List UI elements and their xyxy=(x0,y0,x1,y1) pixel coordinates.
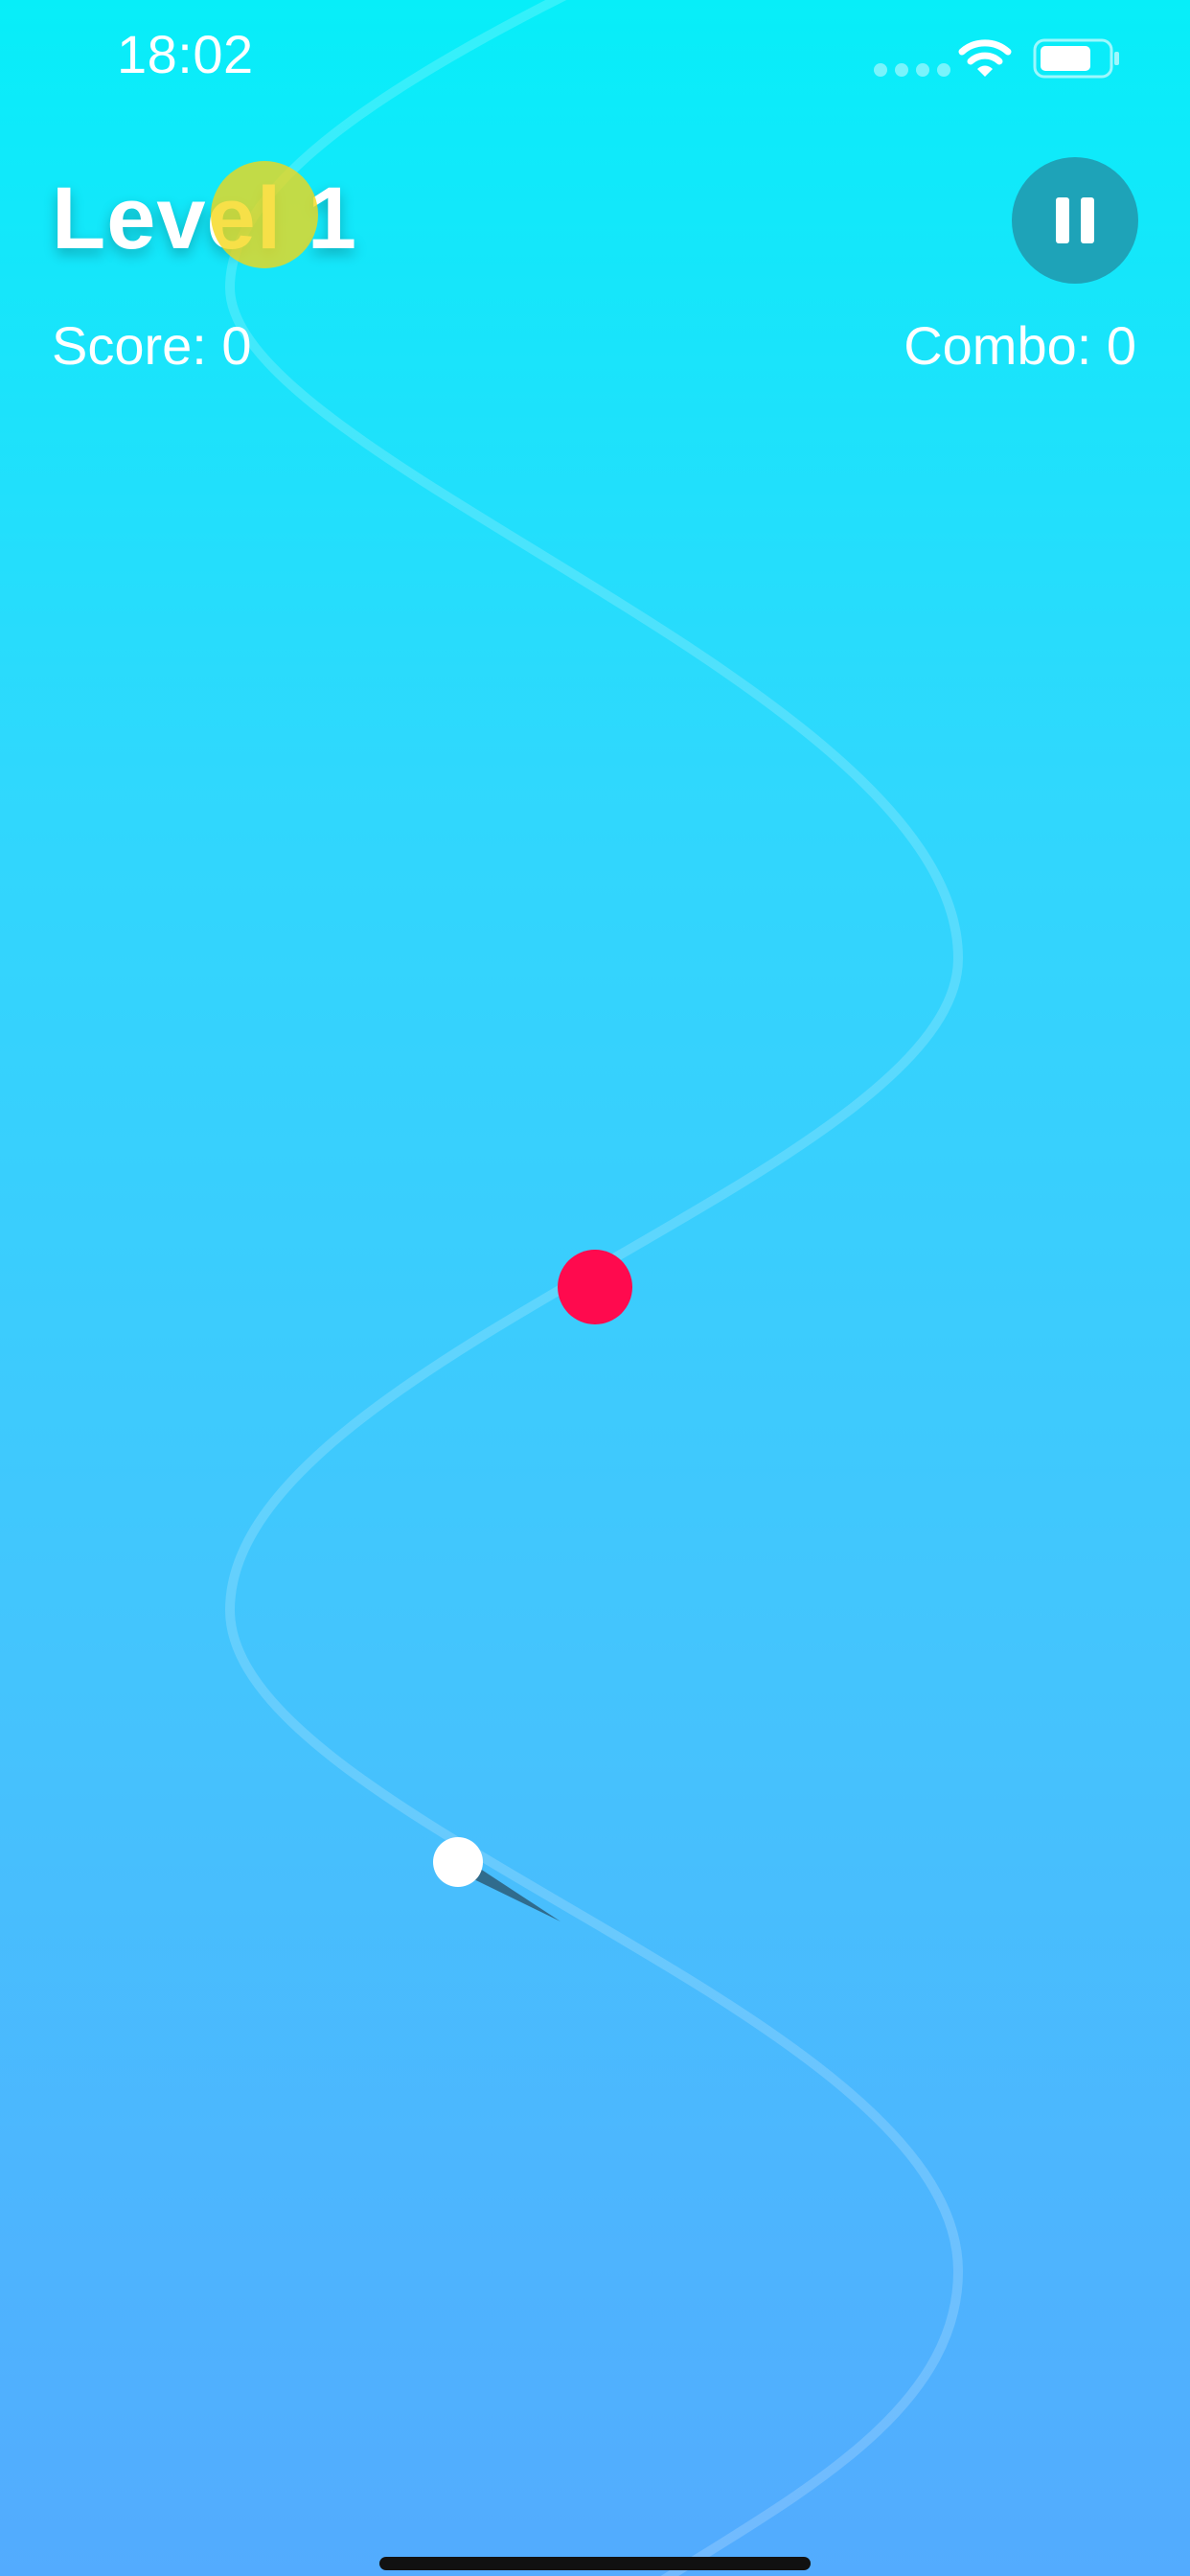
pause-button[interactable] xyxy=(1012,157,1138,284)
score-label: Score: 0 xyxy=(52,315,252,376)
game-field[interactable] xyxy=(0,0,1190,2576)
home-indicator[interactable] xyxy=(379,2557,811,2570)
combo-label: Combo: 0 xyxy=(904,315,1136,376)
player-ball[interactable] xyxy=(433,1837,483,1887)
yellow-orb xyxy=(211,161,318,268)
pause-icon xyxy=(1056,197,1094,243)
target-dot xyxy=(558,1250,632,1324)
